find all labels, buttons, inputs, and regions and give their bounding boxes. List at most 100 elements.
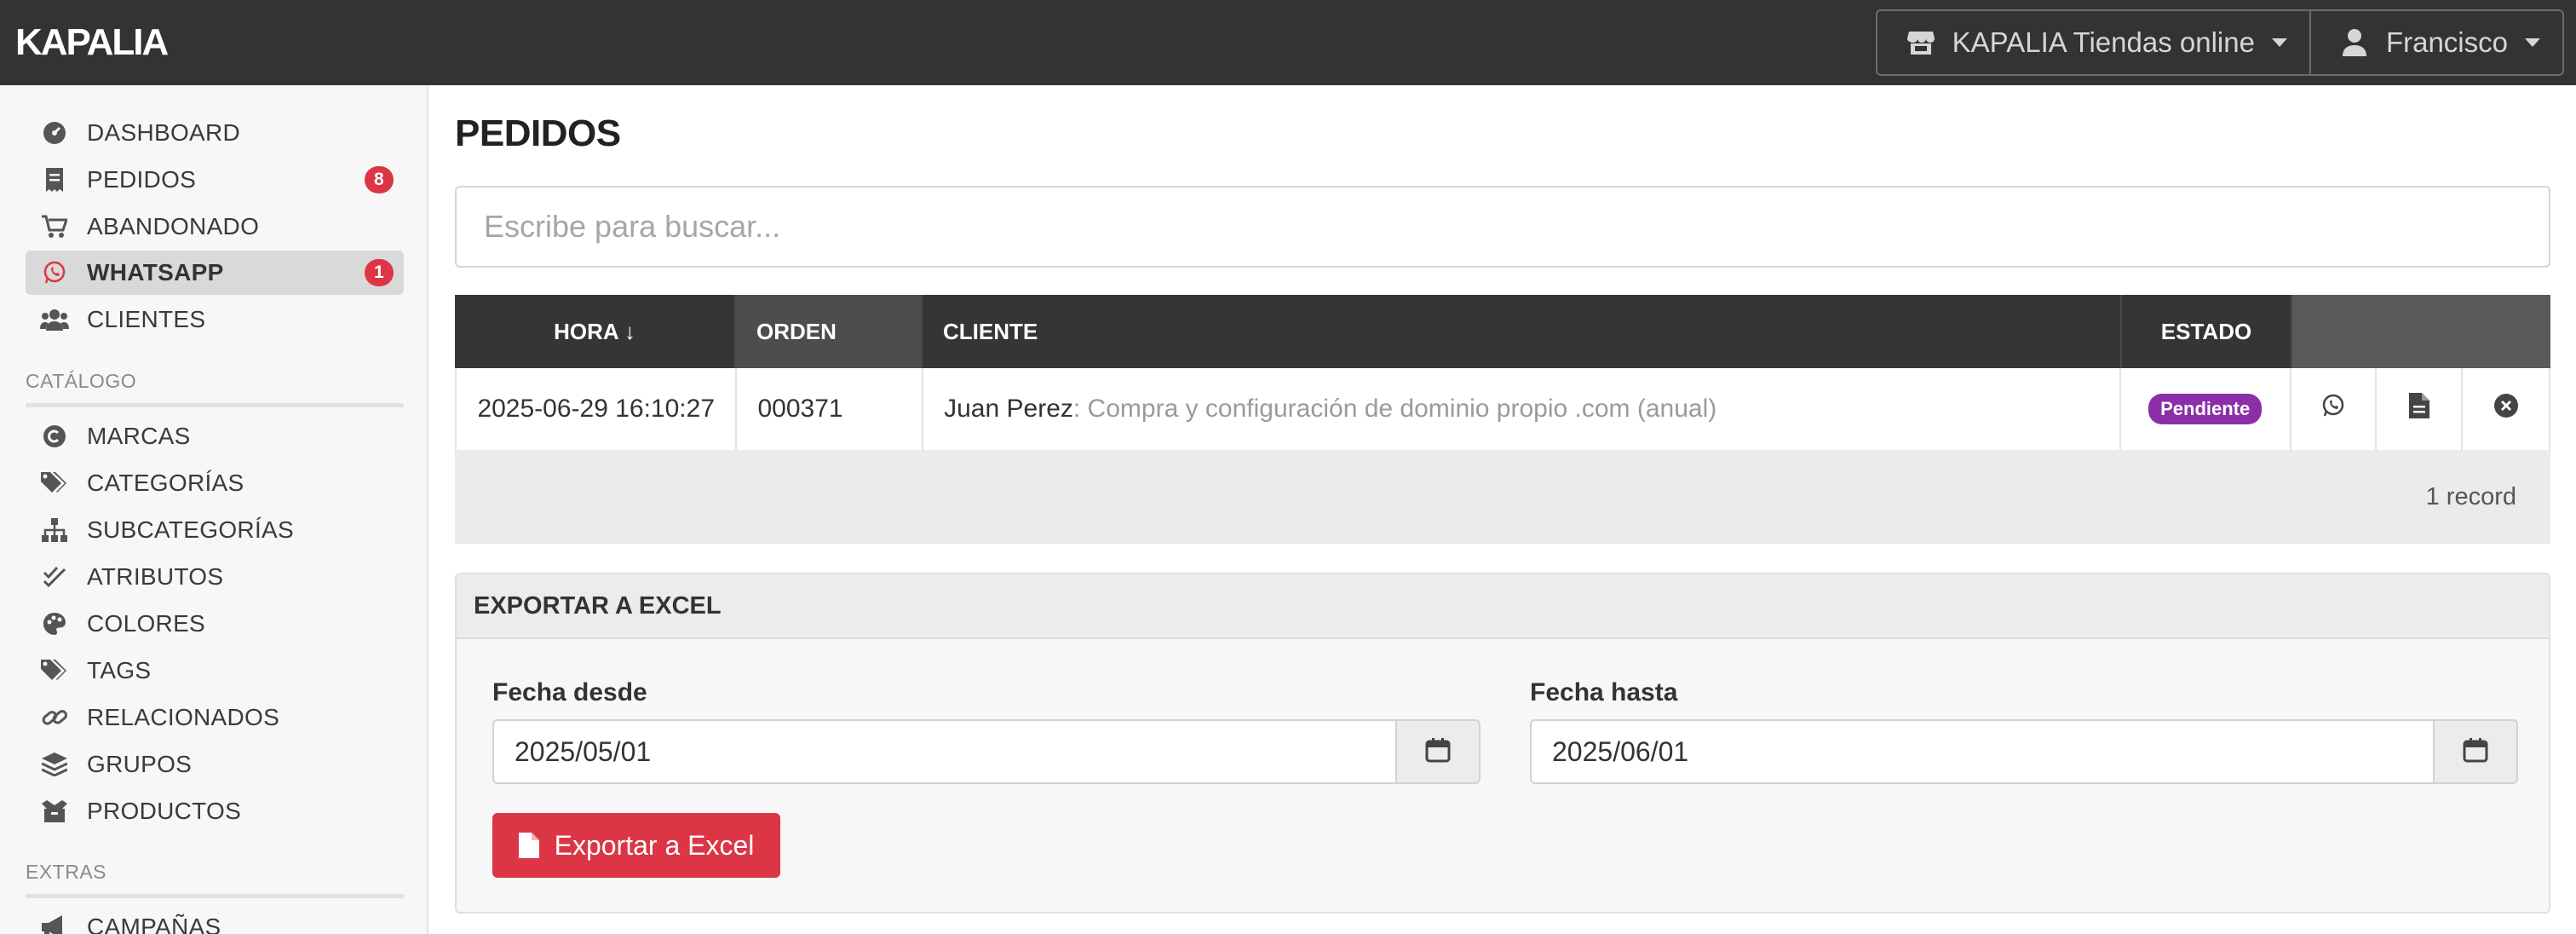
sidebar-item-atributos[interactable]: ATRIBUTOS: [26, 555, 404, 599]
top-controls: KAPALIA Tiendas online Francisco: [1875, 9, 2564, 76]
section-title-catalogo: CATÁLOGO: [26, 370, 137, 392]
order-description: : Compra y configuración de dominio prop…: [1072, 395, 1717, 423]
client-name: Juan Perez: [944, 395, 1073, 423]
sidebar-item-label: PEDIDOS: [87, 166, 197, 193]
table-row[interactable]: 2025-06-29 16:10:27 000371 Juan Perez: C…: [455, 368, 2550, 450]
store-selector-label: KAPALIA Tiendas online: [1952, 26, 2255, 58]
table-footer: 1 record: [455, 450, 2550, 544]
sidebar-item-label: ABANDONADO: [87, 213, 260, 239]
sidebar-item-label: DASHBOARD: [87, 119, 241, 146]
close-circle-icon: [2493, 393, 2519, 425]
column-header-actions: [2292, 295, 2550, 368]
sidebar-item-dashboard[interactable]: DASHBOARD: [26, 111, 404, 155]
date-to-label: Fecha hasta: [1530, 678, 1678, 706]
sidebar-item-marcas[interactable]: MARCAS: [26, 414, 404, 458]
date-to-input[interactable]: [1532, 721, 2433, 782]
pedidos-count-badge: 8: [365, 166, 394, 193]
export-button-label: Exportar a Excel: [554, 829, 755, 861]
sidebar-item-relacionados[interactable]: RELACIONADOS: [26, 695, 404, 740]
section-title-extras: EXTRAS: [26, 861, 107, 883]
users-icon: [39, 308, 70, 331]
column-header-label: ORDEN: [756, 318, 837, 344]
tags-icon: [39, 660, 70, 682]
orders-table: HORA ↓ ORDEN CLIENTE ESTADO 2025-06-29 1…: [455, 295, 2550, 544]
store-icon: [1906, 28, 1935, 57]
check-double-icon: [39, 566, 70, 588]
layers-icon: [39, 752, 70, 776]
column-header-cliente[interactable]: CLIENTE: [923, 295, 2122, 368]
section-divider: [26, 403, 404, 407]
receipt-icon: [39, 168, 70, 192]
sidebar-item-categorias[interactable]: CATEGORÍAS: [26, 461, 404, 505]
column-header-label: CLIENTE: [943, 318, 1038, 344]
whatsapp-action-button[interactable]: [2291, 368, 2378, 450]
link-icon: [39, 706, 70, 729]
sidebar-item-label: ATRIBUTOS: [87, 563, 224, 590]
export-panel-title: EXPORTAR A EXCEL: [457, 574, 2549, 639]
calendar-icon: [1425, 737, 1451, 767]
table-header: HORA ↓ ORDEN CLIENTE ESTADO: [455, 295, 2550, 368]
sidebar-item-label: CAMPAÑAS: [87, 914, 221, 934]
search-input[interactable]: [455, 186, 2550, 268]
column-header-estado[interactable]: ESTADO: [2122, 295, 2292, 368]
cell-estado: Pendiente: [2121, 368, 2291, 450]
top-navbar: KAPALIA KAPALIA Tiendas online Francisco: [0, 0, 2576, 85]
megaphone-icon: [39, 915, 70, 934]
cancel-order-button[interactable]: [2463, 368, 2549, 450]
store-selector-dropdown[interactable]: KAPALIA Tiendas online: [1875, 9, 2311, 76]
user-menu-label: Francisco: [2385, 26, 2508, 58]
sidebar-item-campanas[interactable]: CAMPAÑAS: [26, 905, 404, 934]
sidebar: DASHBOARD PEDIDOS 8 ABANDONADO WHATSAPP …: [0, 85, 428, 934]
sidebar-item-tags[interactable]: TAGS: [26, 649, 404, 693]
whatsapp-icon: [39, 261, 70, 285]
file-icon: [518, 833, 539, 858]
sidebar-item-whatsapp[interactable]: WHATSAPP 1: [26, 251, 404, 295]
kapalia-logo[interactable]: KAPALIA: [15, 22, 186, 61]
date-from-label: Fecha desde: [492, 678, 647, 706]
date-to-calendar-button[interactable]: [2433, 721, 2516, 782]
cell-hora: 2025-06-29 16:10:27: [457, 368, 738, 450]
palette-icon: [39, 612, 70, 636]
sidebar-item-subcategorias[interactable]: SUBCATEGORÍAS: [26, 508, 404, 552]
sidebar-item-productos[interactable]: PRODUCTOS: [26, 789, 404, 833]
cart-icon: [39, 215, 70, 239]
view-document-button[interactable]: [2377, 368, 2464, 450]
calendar-icon: [2463, 737, 2488, 767]
dashboard-icon: [39, 121, 70, 145]
sidebar-item-abandonado[interactable]: ABANDONADO: [26, 205, 404, 249]
column-header-orden[interactable]: ORDEN: [736, 295, 923, 368]
whatsapp-count-badge: 1: [365, 259, 394, 286]
sidebar-item-label: GRUPOS: [87, 751, 193, 777]
export-excel-button[interactable]: Exportar a Excel: [492, 813, 780, 878]
sidebar-item-clientes[interactable]: CLIENTES: [26, 297, 404, 342]
column-header-hora[interactable]: HORA ↓: [455, 295, 736, 368]
status-badge: Pendiente: [2148, 394, 2263, 424]
export-panel: EXPORTAR A EXCEL Fecha desde Fecha hasta…: [455, 573, 2550, 914]
sidebar-item-label: TAGS: [87, 657, 152, 683]
record-count: 1 record: [2425, 482, 2516, 510]
sidebar-item-pedidos[interactable]: PEDIDOS 8: [26, 158, 404, 202]
date-from-calendar-button[interactable]: [1395, 721, 1479, 782]
sidebar-item-colores[interactable]: COLORES: [26, 602, 404, 646]
date-from-group: [492, 719, 1481, 784]
sitemap-icon: [39, 518, 70, 542]
column-header-label: HORA ↓: [554, 318, 635, 344]
cell-orden: 000371: [737, 368, 924, 450]
logo-wordmark: KAPALIA: [15, 22, 170, 61]
sidebar-item-grupos[interactable]: GRUPOS: [26, 742, 404, 787]
date-from-input[interactable]: [494, 721, 1395, 782]
chevron-down-icon: [2271, 38, 2287, 47]
sidebar-item-label: CATEGORÍAS: [87, 470, 244, 496]
sidebar-item-label: PRODUCTOS: [87, 798, 242, 824]
svg-text:KAPALIA: KAPALIA: [15, 22, 169, 61]
date-to-group: [1530, 719, 2518, 784]
sidebar-item-label: COLORES: [87, 610, 206, 637]
cell-cliente: Juan Perez: Compra y configuración de do…: [923, 368, 2121, 450]
section-divider: [26, 894, 404, 898]
user-menu-dropdown[interactable]: Francisco: [2310, 9, 2564, 76]
sidebar-item-label: WHATSAPP: [87, 259, 224, 285]
sidebar-item-label: MARCAS: [87, 423, 191, 449]
chevron-down-icon: [2525, 38, 2540, 47]
column-header-label: ESTADO: [2160, 318, 2252, 344]
copyright-icon: [39, 424, 70, 448]
